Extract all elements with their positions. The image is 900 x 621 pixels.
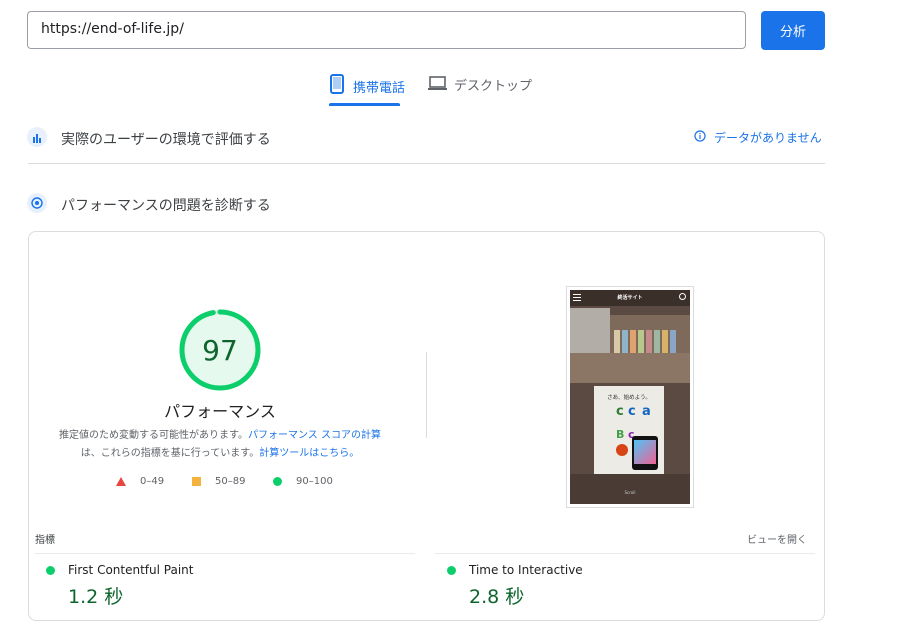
note-prefix: 推定値のため変動する可能性があります。 bbox=[59, 430, 248, 441]
diagnose-icon bbox=[27, 193, 47, 217]
screenshot-footer: Scroll bbox=[624, 490, 636, 495]
score-value: 97 bbox=[202, 333, 238, 367]
triangle-icon bbox=[116, 477, 126, 486]
square-icon bbox=[192, 477, 201, 486]
legend-pass-label: 90–100 bbox=[296, 476, 333, 487]
no-data-status[interactable]: データがありません bbox=[694, 129, 822, 146]
pass-dot-icon bbox=[46, 566, 55, 575]
pass-dot-icon bbox=[447, 566, 456, 575]
field-data-title: 実際のユーザーの環境で評価する bbox=[61, 132, 271, 148]
score-calc-link[interactable]: パフォーマンス スコアの計算 bbox=[248, 430, 381, 441]
active-tab-indicator bbox=[329, 103, 400, 106]
url-input-value: https://end-of-life.jp/ bbox=[41, 21, 184, 37]
screenshot-image: 終活サイト さあ、始めよう。 c c a B c Scroll bbox=[570, 290, 690, 504]
laptop-icon bbox=[428, 75, 447, 94]
tab-desktop[interactable]: デスクトップ bbox=[428, 75, 532, 94]
calculator-link[interactable]: 計算ツールはこちら。 bbox=[259, 448, 359, 459]
view-toggle-link[interactable]: ビューを開く bbox=[747, 531, 807, 546]
search-icon bbox=[679, 293, 686, 300]
analyze-button[interactable]: 分析 bbox=[761, 11, 825, 50]
metric-divider bbox=[435, 553, 815, 554]
screenshot-header: 終活サイト bbox=[617, 295, 643, 301]
metric-tti-name: Time to Interactive bbox=[469, 563, 583, 577]
field-data-icon bbox=[27, 127, 47, 151]
mobile-icon bbox=[330, 74, 344, 98]
legend-average: 50–89 bbox=[192, 476, 245, 487]
tab-mobile-label: 携帯電話 bbox=[353, 80, 406, 96]
tab-desktop-label: デスクトップ bbox=[454, 79, 533, 94]
legend-fail-label: 0–49 bbox=[140, 476, 165, 487]
metric-fcp-name: First Contentful Paint bbox=[68, 563, 194, 577]
score-note: 推定値のため変動する可能性があります。パフォーマンス スコアの計算 は、これらの… bbox=[40, 427, 400, 463]
section-divider bbox=[28, 163, 825, 164]
legend-average-label: 50–89 bbox=[215, 476, 246, 487]
diagnose-title: パフォーマンスの問題を診断する bbox=[61, 198, 271, 214]
metric-divider bbox=[35, 553, 415, 554]
screenshot-banner: さあ、始めよう。 bbox=[607, 395, 651, 401]
metric-fcp-value: 1.2 秒 bbox=[68, 586, 124, 608]
legend-fail: 0–49 bbox=[116, 476, 164, 487]
note-mid: は、これらの指標を基に行っています。 bbox=[80, 448, 260, 459]
legend-pass: 90–100 bbox=[273, 476, 333, 487]
metrics-heading: 指標 bbox=[35, 535, 55, 546]
card-divider bbox=[426, 352, 427, 438]
circle-icon bbox=[273, 477, 282, 486]
info-icon bbox=[694, 130, 706, 145]
tab-mobile[interactable]: 携帯電話 bbox=[330, 74, 405, 98]
metric-tti-value: 2.8 秒 bbox=[469, 586, 525, 608]
no-data-label: データがありません bbox=[714, 131, 822, 145]
score-label: パフォーマンス bbox=[164, 402, 276, 421]
